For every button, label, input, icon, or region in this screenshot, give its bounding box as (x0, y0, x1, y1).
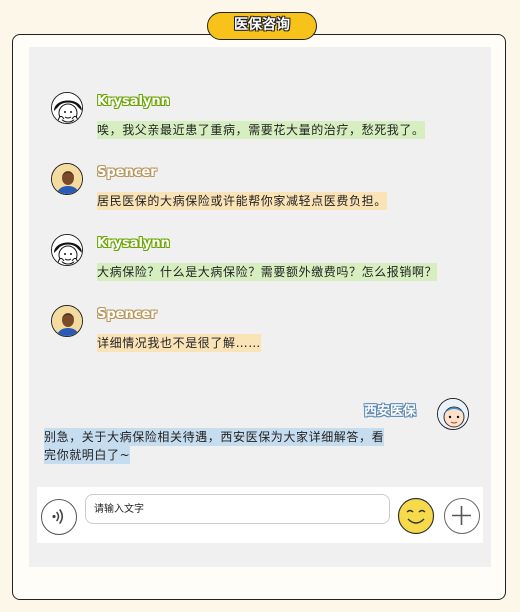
avatar[interactable] (51, 92, 83, 124)
voice-button[interactable] (41, 499, 77, 535)
message-text: 详细情况我也不是很了解…… (97, 334, 261, 352)
message-bubble: 详细情况我也不是很了解…… (97, 334, 261, 352)
sender-name: Spencer (97, 307, 157, 322)
message-bubble-line: 别急，关于大病保险相关待遇，西安医保为大家详细解答，看 (44, 428, 385, 446)
message-bubble: 唉，我父亲最近患了重病，需要花大量的治疗，愁死我了。 (97, 121, 425, 139)
sender-name: Krysalynn (97, 94, 170, 109)
add-button[interactable] (444, 498, 480, 534)
avatar[interactable] (437, 398, 469, 430)
sender-name: Krysalynn (97, 236, 170, 251)
message-text: 唉，我父亲最近患了重病，需要花大量的治疗，愁死我了。 (97, 121, 425, 139)
message-text: 大病保险？什么是大病保险？需要额外缴费吗？怎么报销啊？ (97, 263, 438, 281)
message-input[interactable] (85, 494, 390, 524)
avatar[interactable] (51, 163, 83, 195)
avatar[interactable] (51, 234, 83, 266)
sender-name: 西安医保 (364, 404, 417, 419)
message-text: 居民医保的大病保险或许能帮你家减轻点医费负担。 (97, 192, 387, 210)
emoji-button[interactable] (397, 497, 435, 535)
message-bubble: 大病保险？什么是大病保险？需要额外缴费吗？怎么报销啊？ (97, 263, 438, 281)
page-title: 医保咨询 (207, 12, 317, 40)
message-bubble: 居民医保的大病保险或许能帮你家减轻点医费负担。 (97, 192, 387, 210)
smiley-icon (397, 497, 435, 535)
avatar[interactable] (51, 305, 83, 337)
plus-icon (452, 506, 471, 525)
message-bubble-line: 完你就明白了~ (44, 446, 131, 464)
message-text: 别急，关于大病保险相关待遇，西安医保为大家详细解答，看 完你就明白了~ (44, 428, 385, 464)
sender-name: Spencer (97, 165, 157, 180)
voice-icon (52, 509, 64, 524)
